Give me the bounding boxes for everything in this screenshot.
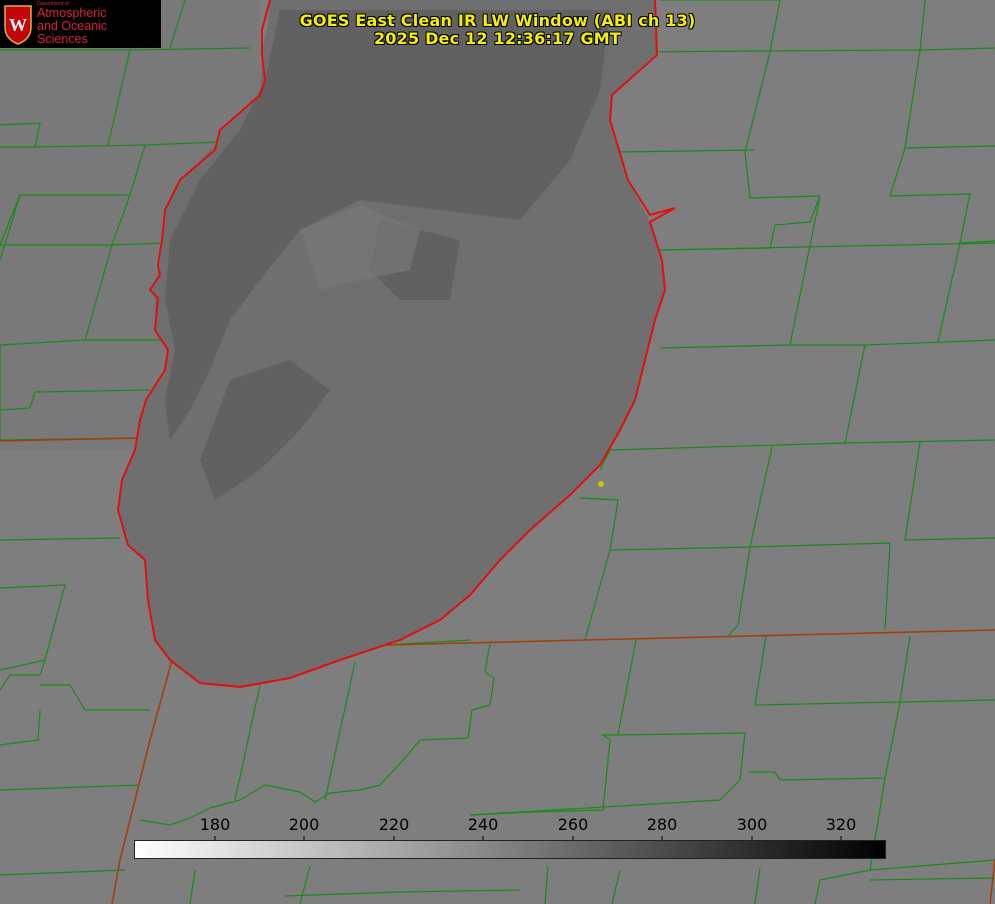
image-title: GOES East Clean IR LW Window (ABI ch 13) — [299, 11, 696, 30]
colorbar-label-300: 300 — [736, 815, 768, 834]
colorbar-label-220: 220 — [378, 815, 410, 834]
colorbar-label-260: 260 — [557, 815, 589, 834]
colorbar-label-200: 200 — [288, 815, 320, 834]
satellite-map — [0, 0, 995, 904]
colorbar-label-280: 280 — [646, 815, 678, 834]
city-marker — [598, 481, 604, 487]
image-timestamp: 2025 Dec 12 12:36:17 GMT — [373, 29, 622, 48]
colorbar-label-320: 320 — [825, 815, 857, 834]
colorbar-label-180: 180 — [199, 815, 231, 834]
colorbar — [134, 840, 886, 859]
colorbar-label-240: 240 — [467, 815, 499, 834]
